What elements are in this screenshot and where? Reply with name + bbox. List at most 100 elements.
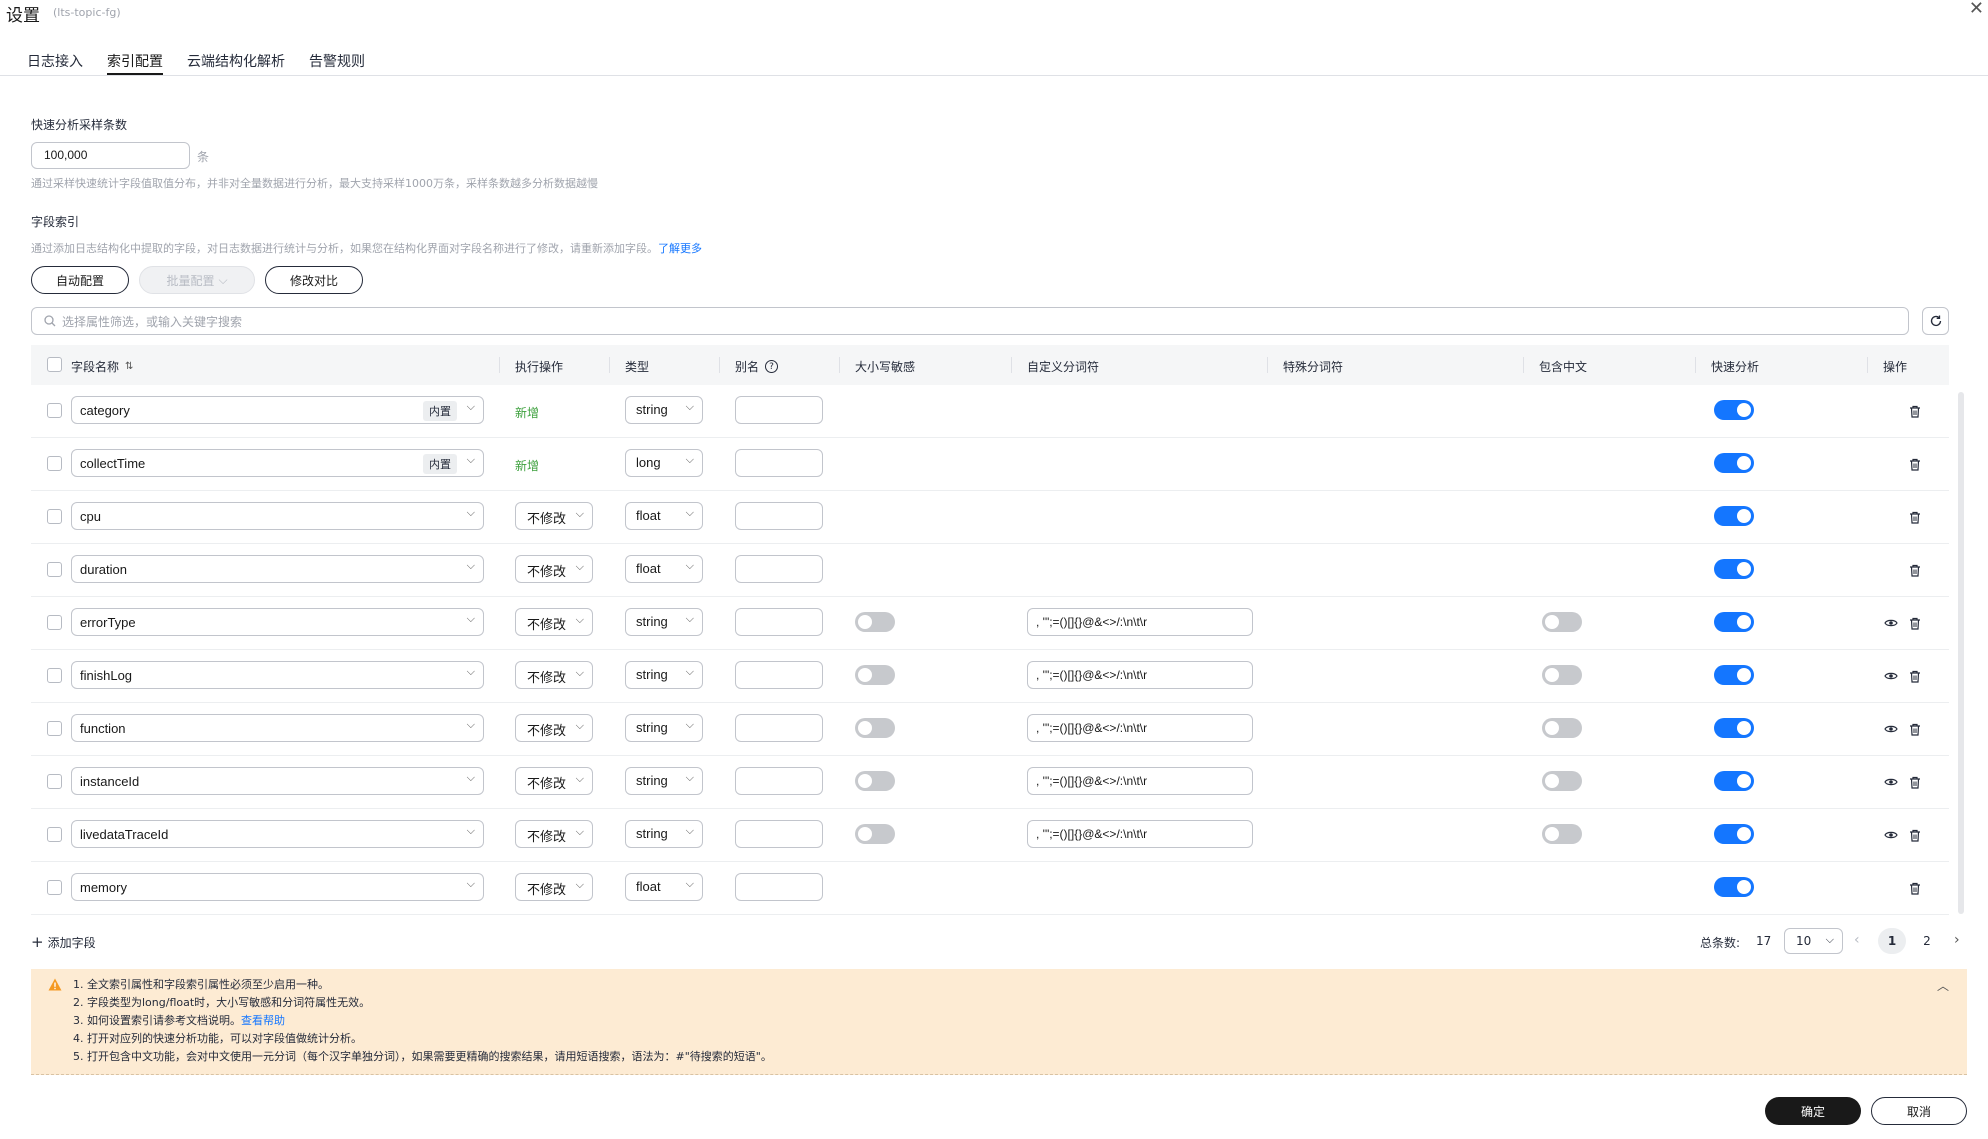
eye-icon[interactable] [1883,721,1899,737]
eye-icon[interactable] [1883,827,1899,843]
row-checkbox[interactable] [47,509,62,524]
case-sensitive-toggle[interactable] [855,665,895,685]
trash-icon[interactable] [1907,827,1923,843]
trash-icon[interactable] [1907,668,1923,684]
field-name-select[interactable]: cpu ⌵ [71,502,484,530]
custom-delimiter-input[interactable]: , '";=()[]{}@&<>/:\n\t\r [1027,767,1253,795]
type-select[interactable]: string ⌵ [625,714,703,742]
trash-icon[interactable] [1907,721,1923,737]
alias-input[interactable] [735,396,823,424]
col-name[interactable]: 字段名称 ⇅ [71,358,133,375]
type-select[interactable]: float ⌵ [625,555,703,583]
alias-input[interactable] [735,661,823,689]
trash-icon[interactable] [1907,774,1923,790]
page-1[interactable]: 1 [1878,928,1906,954]
quick-analysis-toggle[interactable] [1714,718,1754,738]
type-select[interactable]: long ⌵ [625,449,703,477]
eye-icon[interactable] [1883,774,1899,790]
quick-analysis-toggle[interactable] [1714,824,1754,844]
type-select[interactable]: string ⌵ [625,661,703,689]
field-name-select[interactable]: duration ⌵ [71,555,484,583]
quick-analysis-toggle[interactable] [1714,400,1754,420]
type-select[interactable]: string ⌵ [625,396,703,424]
trash-icon[interactable] [1907,403,1923,419]
contains-chinese-toggle[interactable] [1542,718,1582,738]
trash-icon[interactable] [1907,615,1923,631]
row-checkbox[interactable] [47,615,62,630]
alias-input[interactable] [735,449,823,477]
type-select[interactable]: float ⌵ [625,873,703,901]
type-select[interactable]: float ⌵ [625,502,703,530]
operation-select[interactable]: 不修改 ⌵ [515,767,593,795]
field-name-select[interactable]: memory ⌵ [71,873,484,901]
learn-more-link[interactable]: 了解更多 [658,242,702,255]
custom-delimiter-input[interactable]: , '";=()[]{}@&<>/:\n\t\r [1027,608,1253,636]
quick-analysis-toggle[interactable] [1714,665,1754,685]
operation-select[interactable]: 不修改 ⌵ [515,820,593,848]
alias-input[interactable] [735,555,823,583]
field-name-select[interactable]: livedataTraceId ⌵ [71,820,484,848]
row-checkbox[interactable] [47,668,62,683]
quick-analysis-toggle[interactable] [1714,559,1754,579]
row-checkbox[interactable] [47,562,62,577]
refresh-button[interactable] [1922,307,1949,335]
field-name-select[interactable]: instanceId ⌵ [71,767,484,795]
type-select[interactable]: string ⌵ [625,608,703,636]
case-sensitive-toggle[interactable] [855,612,895,632]
tab-alarm-rules[interactable]: 告警规则 [309,51,365,75]
page-2[interactable]: 2 [1913,928,1941,954]
alias-input[interactable] [735,502,823,530]
custom-delimiter-input[interactable]: , '";=()[]{}@&<>/:\n\t\r [1027,661,1253,689]
contains-chinese-toggle[interactable] [1542,612,1582,632]
custom-delimiter-input[interactable]: , '";=()[]{}@&<>/:\n\t\r [1027,820,1253,848]
alias-input[interactable] [735,820,823,848]
close-icon[interactable]: ✕ [1969,0,1984,19]
type-select[interactable]: string ⌵ [625,767,703,795]
operation-select[interactable]: 不修改 ⌵ [515,873,593,901]
field-name-select[interactable]: function ⌵ [71,714,484,742]
tab-log-access[interactable]: 日志接入 [27,51,83,75]
trash-icon[interactable] [1907,562,1923,578]
table-scrollbar[interactable] [1958,392,1964,914]
row-checkbox[interactable] [47,774,62,789]
help-icon[interactable]: ? [765,360,779,373]
operation-select[interactable]: 不修改 ⌵ [515,502,593,530]
collapse-icon[interactable]: ︿ [1937,977,1949,994]
confirm-button[interactable]: 确定 [1765,1097,1861,1125]
field-name-select[interactable]: errorType ⌵ [71,608,484,636]
row-checkbox[interactable] [47,827,62,842]
quick-analysis-toggle[interactable] [1714,453,1754,473]
row-checkbox[interactable] [47,721,62,736]
select-all-checkbox[interactable] [47,357,62,372]
trash-icon[interactable] [1907,880,1923,896]
page-size-select[interactable]: 10 ⌵ [1784,928,1843,954]
trash-icon[interactable] [1907,509,1923,525]
case-sensitive-toggle[interactable] [855,824,895,844]
eye-icon[interactable] [1883,615,1899,631]
alias-input[interactable] [735,608,823,636]
quick-analysis-toggle[interactable] [1714,771,1754,791]
operation-select[interactable]: 不修改 ⌵ [515,661,593,689]
case-sensitive-toggle[interactable] [855,771,895,791]
field-name-select[interactable]: finishLog ⌵ [71,661,484,689]
next-page-icon[interactable]: › [1954,932,1960,948]
batch-config-button[interactable]: 批量配置 ⌵ [139,266,255,294]
trash-icon[interactable] [1907,456,1923,472]
diff-button[interactable]: 修改对比 [265,266,363,294]
operation-select[interactable]: 不修改 ⌵ [515,555,593,583]
prev-page-icon[interactable]: ‹ [1854,932,1860,948]
search-input[interactable]: 选择属性筛选，或输入关键字搜索 [31,307,1909,335]
cancel-button[interactable]: 取消 [1871,1097,1967,1125]
auto-config-button[interactable]: 自动配置 [31,266,129,294]
field-name-select[interactable]: category 内置 ⌵ [71,396,484,424]
contains-chinese-toggle[interactable] [1542,771,1582,791]
custom-delimiter-input[interactable]: , '";=()[]{}@&<>/:\n\t\r [1027,714,1253,742]
row-checkbox[interactable] [47,403,62,418]
operation-select[interactable]: 不修改 ⌵ [515,608,593,636]
sampling-input[interactable]: 100,000 [31,142,190,169]
quick-analysis-toggle[interactable] [1714,877,1754,897]
help-link[interactable]: 查看帮助 [241,1014,285,1027]
quick-analysis-toggle[interactable] [1714,506,1754,526]
alias-input[interactable] [735,873,823,901]
contains-chinese-toggle[interactable] [1542,665,1582,685]
